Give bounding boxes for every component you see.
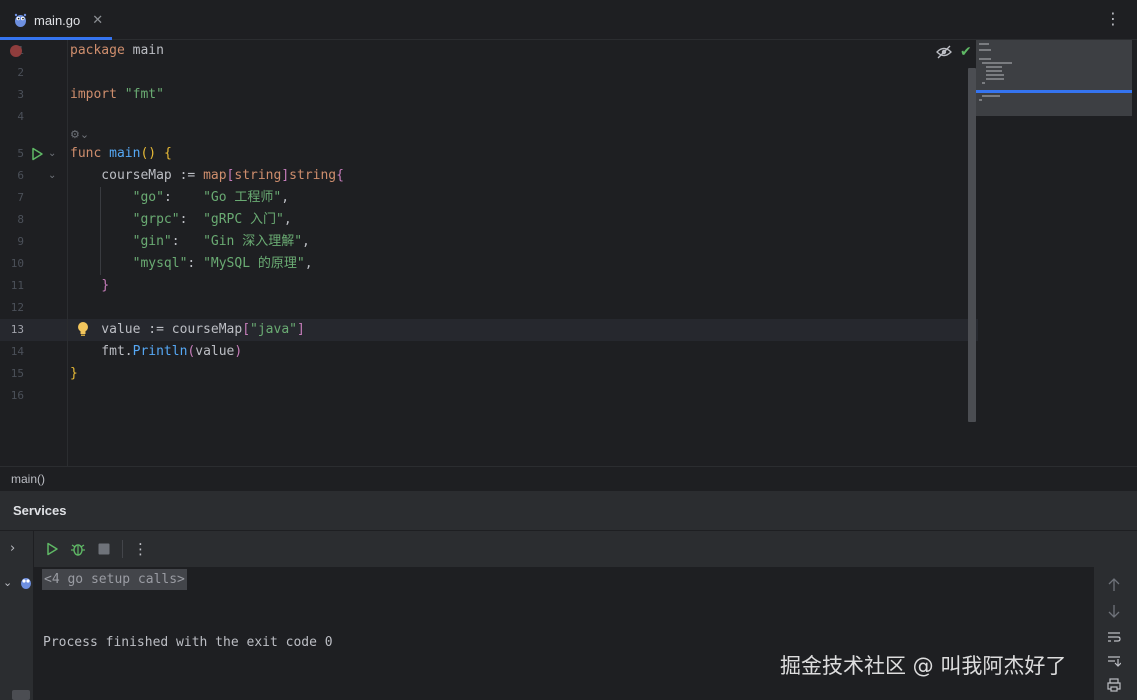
line-number: 15 <box>10 367 24 380</box>
stop-button[interactable] <box>96 541 112 557</box>
reader-mode-icon[interactable] <box>936 45 952 59</box>
editor-tab-bar: main.go ✕ ⋮ <box>0 0 1137 40</box>
stop-icon <box>98 543 110 555</box>
gutter-separator <box>67 40 68 466</box>
code-line: "mysql": "MySQL 的原理", <box>132 256 313 271</box>
scroll-to-end-icon[interactable] <box>1106 653 1122 669</box>
services-header: Services <box>0 491 1137 531</box>
toolbar-separator <box>122 540 123 558</box>
scroll-down-icon[interactable] <box>1106 603 1122 619</box>
fold-icon[interactable]: ⌄ <box>48 148 56 159</box>
scroll-up-icon[interactable] <box>1106 577 1122 593</box>
breadcrumb: main() <box>0 466 1137 490</box>
console-side-toolbar <box>1094 567 1137 700</box>
minimap-viewport <box>976 90 1132 93</box>
run-icon <box>47 542 58 556</box>
services-toolbar: ⋮ <box>34 531 1137 567</box>
line-number: 6 <box>17 169 24 182</box>
services-title: Services <box>13 503 67 518</box>
code-line: package main <box>70 43 164 58</box>
tool-window-stripe-button[interactable] <box>12 690 30 700</box>
tab-main-go[interactable]: main.go ✕ <box>0 0 112 40</box>
console-output[interactable]: <4 go setup calls> Process finished with… <box>34 567 1094 700</box>
chevron-down-icon[interactable]: ⌄ <box>3 576 12 589</box>
code-line: import "fmt" <box>70 87 164 102</box>
code-minimap[interactable] <box>976 40 1132 116</box>
print-icon[interactable] <box>1106 677 1122 693</box>
debug-button[interactable] <box>70 541 86 557</box>
code-line: fmt.Println(value) <box>70 344 243 359</box>
fold-icon[interactable]: ⌄ <box>48 170 56 181</box>
line-number: 9 <box>17 235 24 248</box>
line-number: 3 <box>17 88 24 101</box>
code-line: "gin": "Gin 深入理解", <box>132 234 310 249</box>
folded-setup-calls[interactable]: <4 go setup calls> <box>42 569 187 590</box>
watermark-text: 掘金技术社区 @ 叫我阿杰好了 <box>780 654 1067 678</box>
services-tree: › <box>0 531 34 700</box>
gopher-icon <box>21 578 31 589</box>
no-problems-check-icon[interactable]: ✔ <box>960 44 972 60</box>
settings-hint-icon[interactable]: ⚙⌄ <box>70 128 89 141</box>
chevron-right-icon[interactable]: › <box>10 541 15 556</box>
line-number: 12 <box>10 301 24 314</box>
bug-icon <box>71 544 85 556</box>
line-number: 16 <box>10 389 24 402</box>
more-options-icon[interactable]: ⋮ <box>1105 9 1121 29</box>
line-number: 5 <box>17 147 24 160</box>
close-icon[interactable]: ✕ <box>92 13 103 28</box>
line-number: 4 <box>17 110 24 123</box>
line-number-current: 13 <box>10 323 24 336</box>
breakpoint-icon[interactable] <box>10 45 22 57</box>
soft-wrap-icon[interactable] <box>1106 629 1122 645</box>
tab-label: main.go <box>34 12 81 28</box>
vertical-scrollbar[interactable] <box>968 68 976 422</box>
code-line: } <box>101 278 110 293</box>
more-options-icon[interactable]: ⋮ <box>133 541 148 557</box>
code-line: "grpc": "gRPC 入门", <box>132 212 292 227</box>
code-line: func main() { <box>70 146 172 161</box>
breadcrumb-item-main[interactable]: main() <box>11 472 45 486</box>
code-line: courseMap := map[string]string{ <box>70 168 344 183</box>
line-number: 14 <box>10 345 24 358</box>
code-editor[interactable]: 1 2 3 4 5 6 7 8 9 10 11 12 13 14 15 16 ⌄… <box>0 40 1137 466</box>
run-button[interactable] <box>44 541 60 557</box>
line-number: 11 <box>10 279 24 292</box>
run-gutter-icon[interactable] <box>30 147 44 161</box>
process-finished-message: Process finished with the exit code 0 <box>43 635 333 650</box>
line-number: 10 <box>10 257 24 270</box>
code-line: } <box>70 366 78 381</box>
code-line: "go": "Go 工程师", <box>132 190 290 205</box>
line-number: 2 <box>17 66 24 79</box>
line-number: 8 <box>17 213 24 226</box>
gopher-icon <box>14 13 27 27</box>
code-line: value := courseMap["java"] <box>70 322 305 337</box>
line-number: 7 <box>17 191 24 204</box>
